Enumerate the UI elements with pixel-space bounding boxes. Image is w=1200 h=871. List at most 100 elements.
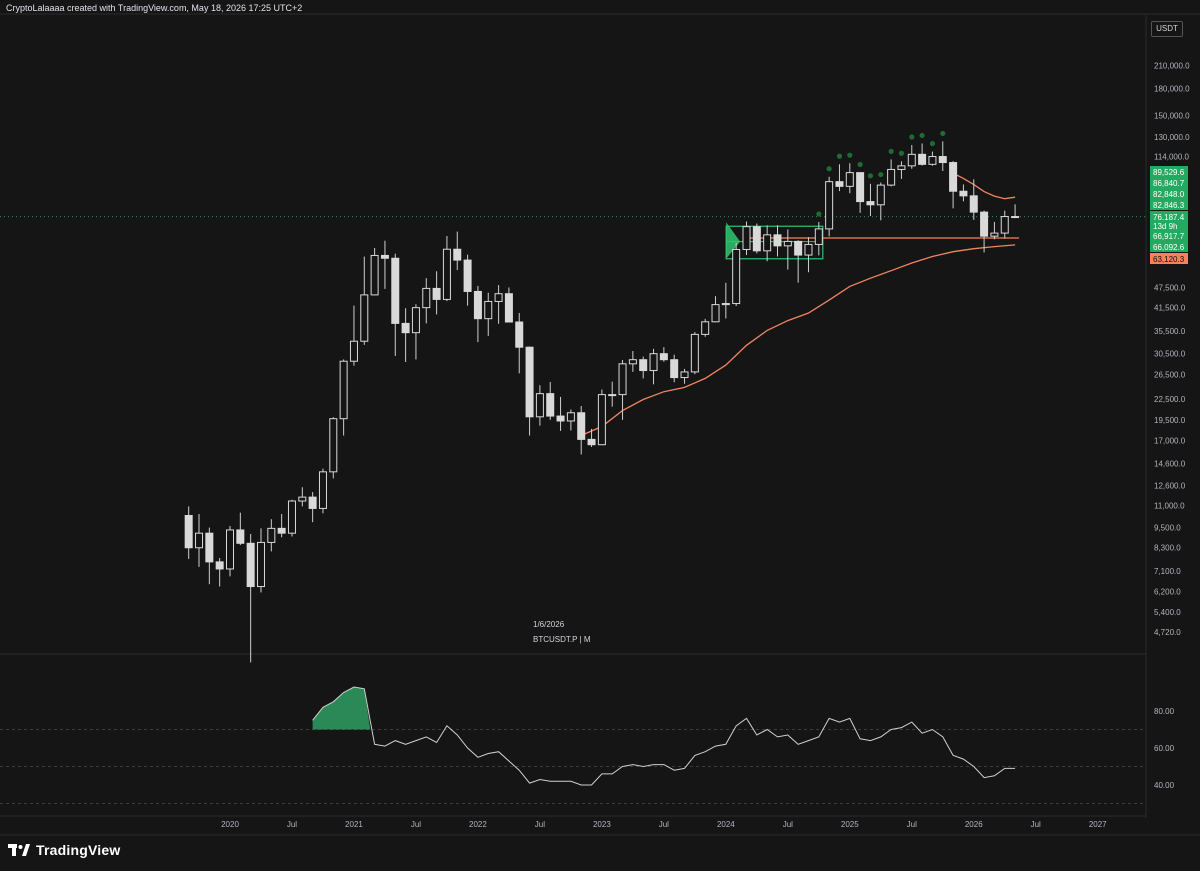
candle: [422, 278, 431, 324]
candle: [773, 225, 782, 257]
candle: [742, 221, 751, 255]
candle: [639, 356, 648, 379]
currency-selector[interactable]: USDT: [1151, 21, 1183, 37]
signal-dot: [867, 173, 874, 179]
price-tag-label: 82,846.3: [1153, 201, 1185, 210]
candle-body: [391, 257, 400, 324]
candle: [866, 183, 875, 216]
candle-body: [494, 293, 503, 302]
candle-body: [442, 248, 451, 300]
candle-body: [721, 303, 730, 306]
candle-body: [938, 156, 947, 164]
candle: [329, 417, 338, 479]
candle: [205, 527, 214, 585]
candle-body: [742, 226, 751, 250]
candle-body: [649, 353, 658, 372]
candle: [938, 141, 947, 172]
price-tag-label: 66,092.6: [1153, 243, 1185, 252]
price-axis-tick: 9,500.0: [1154, 524, 1181, 533]
candle-body: [887, 168, 896, 186]
candle: [949, 161, 958, 209]
signal-dot: [836, 153, 843, 159]
candle: [608, 381, 617, 407]
candle-body: [432, 287, 441, 300]
time-axis-label: 2020: [221, 820, 239, 829]
price-tag: 13d 9h: [1150, 220, 1188, 231]
candle-body: [845, 172, 854, 187]
candle-body: [794, 240, 803, 256]
time-axis-label: Jul: [1031, 820, 1041, 829]
price-tag-label: 86,840.7: [1153, 179, 1185, 188]
candle-body: [928, 156, 937, 165]
price-axis-tick: 130,000.0: [1154, 133, 1190, 142]
candle-body: [959, 190, 968, 197]
candle: [535, 385, 544, 426]
signal-dot: [940, 130, 946, 137]
candle-body: [866, 201, 875, 206]
candle: [804, 237, 813, 273]
candle: [494, 285, 503, 324]
candle-body: [577, 412, 586, 440]
price-axis-tick: 22,500.0: [1154, 395, 1186, 404]
candle: [515, 312, 524, 374]
candle: [701, 318, 710, 337]
price-axis-tick: 47,500.0: [1154, 283, 1186, 292]
candle: [680, 368, 689, 384]
candle: [566, 409, 575, 431]
candle: [277, 514, 286, 538]
price-chart[interactable]: 210,000.0 180,000.0 150,000.0 130,000.0 114,…: [0, 0, 1200, 871]
candle: [670, 354, 679, 383]
price-tag-label: 89,529.6: [1153, 168, 1185, 177]
candle-body: [195, 532, 204, 549]
price-axis-tick: 4,720.0: [1154, 628, 1181, 637]
candle: [876, 182, 885, 221]
signal-dot: [919, 132, 925, 139]
candle-body: [628, 359, 637, 365]
candle: [990, 221, 999, 240]
candle-body: [226, 529, 234, 570]
candle: [195, 514, 204, 567]
price-tag-label: 66,917.7: [1153, 232, 1185, 241]
candle-body: [608, 394, 617, 397]
candle: [298, 487, 307, 507]
candle-body: [360, 294, 369, 342]
candle: [887, 159, 896, 187]
candle: [814, 221, 823, 256]
price-axis-tick: 210,000.0: [1154, 61, 1190, 70]
time-axis-label: Jul: [783, 820, 793, 829]
candle: [463, 254, 472, 306]
tradingview-brand: TradingView: [36, 842, 121, 858]
candle-body: [856, 172, 865, 203]
price-tag-label: 13d 9h: [1153, 222, 1177, 231]
candle-body: [566, 412, 575, 422]
price-axis-tick: 7,100.0: [1154, 567, 1181, 576]
candle: [184, 506, 193, 559]
candle-body: [814, 228, 823, 245]
candle: [525, 346, 534, 436]
candle-body: [184, 515, 193, 549]
signal-dot: [929, 140, 936, 147]
price-axis-tick: 41,500.0: [1154, 303, 1186, 312]
time-axis-label: Jul: [907, 820, 917, 829]
time-axis-label: Jul: [659, 820, 669, 829]
candle-body: [484, 300, 493, 320]
price-tag: 66,092.6: [1150, 241, 1188, 252]
signal-dot: [878, 171, 884, 178]
candle: [556, 396, 565, 431]
candle: [370, 248, 379, 296]
candle-body: [711, 304, 720, 323]
candle: [690, 332, 699, 375]
candle-body: [463, 259, 472, 292]
candle-body: [773, 234, 782, 247]
price-axis-tick: 6,200.0: [1154, 587, 1181, 596]
candle: [360, 256, 369, 345]
time-axis-label: Jul: [411, 820, 421, 829]
candle: [339, 359, 348, 436]
candle-body: [246, 542, 255, 588]
candle-body: [515, 321, 524, 348]
candle: [825, 176, 834, 237]
tradingview-logo[interactable]: TradingView: [8, 842, 120, 858]
candle-body: [969, 195, 978, 213]
candle: [1000, 210, 1009, 239]
candle-body: [525, 346, 534, 418]
